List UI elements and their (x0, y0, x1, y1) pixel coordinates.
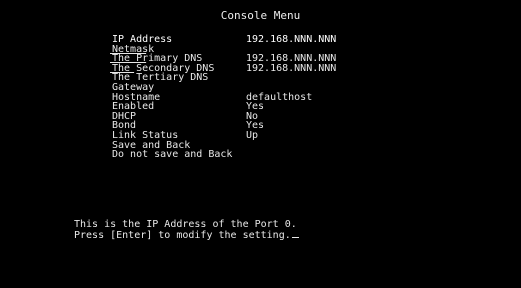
status-message: This is the IP Address of the Port 0. Pre… (74, 219, 299, 242)
status-line-2: Press [Enter] to modify the setting. (74, 229, 299, 242)
menu-item-do-not-save-and-back[interactable]: Do not save and Back (110, 150, 350, 160)
console-screen: Console Menu IP Address 192.168.NNN.NNN … (0, 0, 521, 288)
menu-item-value: 192.168.NNN.NNN (246, 34, 337, 45)
menu-item-value: 192.168.NNN.NNN (246, 62, 337, 74)
status-line-2-text: Press [Enter] to modify the setting. (74, 229, 291, 241)
menu-item-enabled[interactable]: Enabled Yes (110, 102, 350, 112)
menu-item-value: Up (246, 129, 259, 141)
text-cursor (291, 236, 299, 238)
menu-item-label: Do not save and Back (112, 149, 233, 161)
page-title: Console Menu (220, 9, 301, 22)
console-menu: IP Address 192.168.NNN.NNN Netmask The P… (110, 35, 350, 160)
menu-item-dhcp[interactable]: DHCP No (110, 111, 350, 122)
